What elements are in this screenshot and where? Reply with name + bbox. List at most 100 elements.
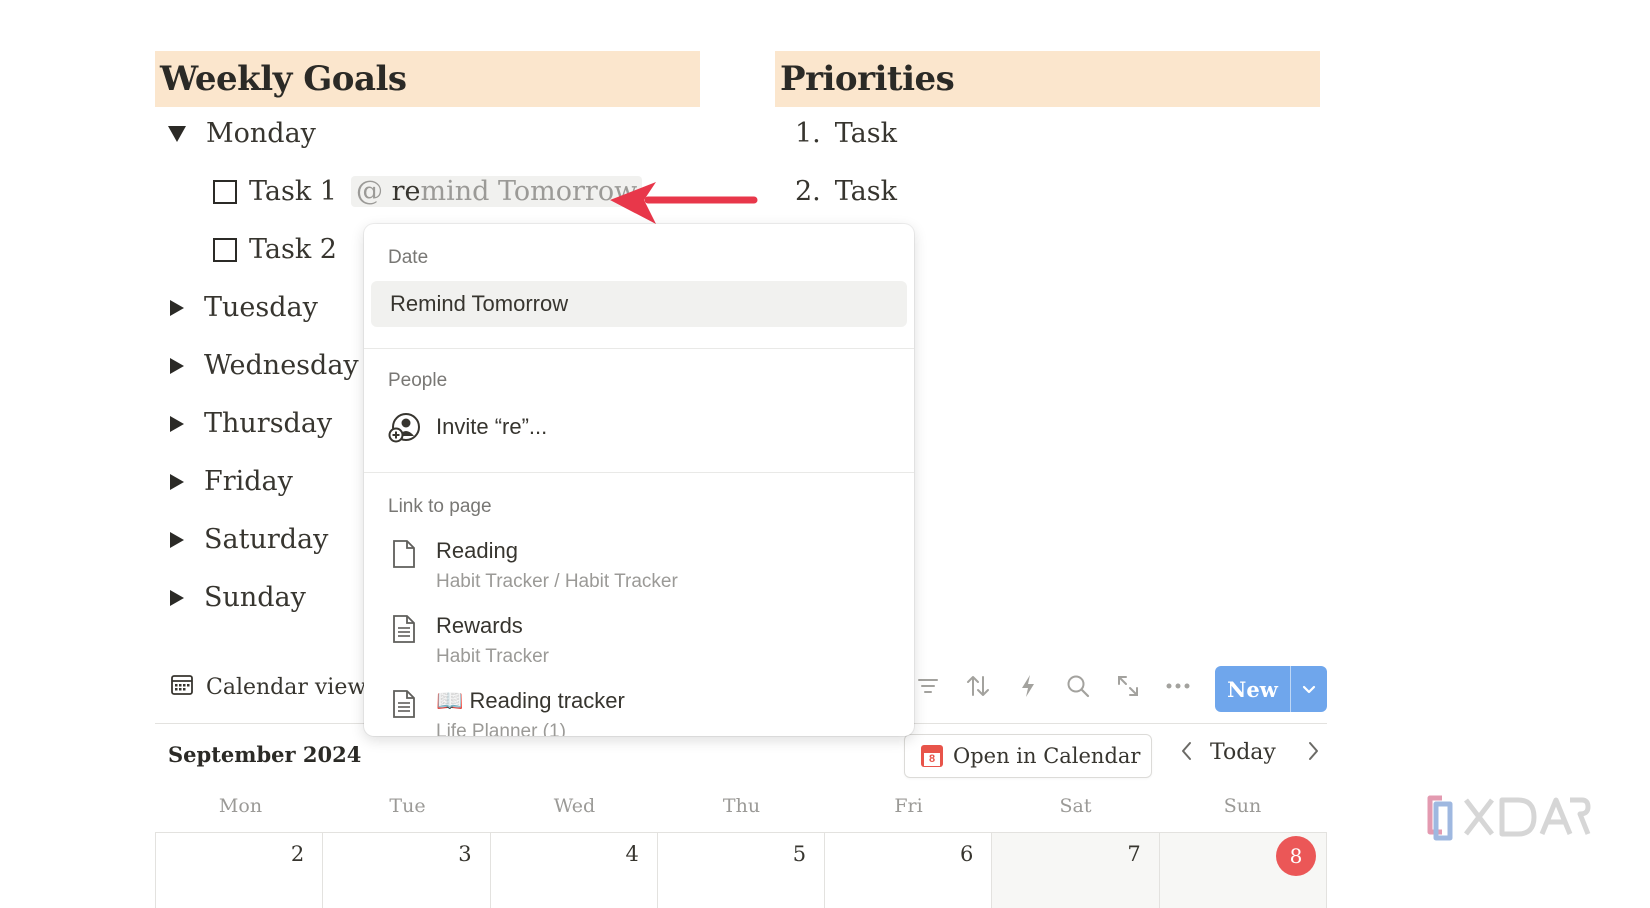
weekday-header: Sat bbox=[1059, 795, 1092, 817]
calendar-day-cell[interactable]: 3 bbox=[323, 833, 491, 908]
page-path: Life Planner (1) bbox=[436, 721, 566, 736]
priority-item-2[interactable]: 2. Task bbox=[795, 176, 897, 207]
next-month-button[interactable] bbox=[1306, 739, 1320, 763]
new-button-label: New bbox=[1227, 676, 1278, 702]
toggle-monday[interactable]: Monday bbox=[166, 118, 316, 149]
checkbox[interactable] bbox=[213, 237, 237, 262]
calendar-view-label: Calendar view bbox=[206, 674, 367, 700]
open-in-calendar-label: Open in Calendar bbox=[953, 744, 1141, 768]
toggle-label: Tuesday bbox=[204, 292, 318, 323]
calendar-app-icon-day: 8 bbox=[924, 753, 940, 766]
page-text-icon bbox=[388, 688, 420, 720]
page-icon bbox=[388, 538, 420, 570]
page-option-rewards[interactable]: Rewards Habit Tracker bbox=[388, 613, 549, 668]
checkbox[interactable] bbox=[213, 179, 237, 204]
people-section-label: People bbox=[388, 370, 448, 391]
toggle-wednesday[interactable]: Wednesday bbox=[166, 350, 359, 381]
priority-label: Task bbox=[834, 176, 897, 207]
toggle-friday[interactable]: Friday bbox=[166, 466, 293, 497]
chevron-left-icon bbox=[1182, 742, 1191, 760]
toggle-expanded-icon[interactable] bbox=[168, 125, 186, 142]
toggle-collapsed-icon[interactable] bbox=[170, 357, 184, 374]
day-number: 2 bbox=[290, 842, 305, 866]
priorities-header: Priorities bbox=[775, 51, 1320, 107]
calendar-icon bbox=[170, 672, 194, 702]
calendar-day-cell-today[interactable]: 8 bbox=[1159, 833, 1327, 908]
calendar-day-cell[interactable]: 5 bbox=[658, 833, 826, 908]
todo-label: Task 1 bbox=[249, 176, 337, 207]
page-path: Habit Tracker bbox=[436, 646, 549, 667]
priority-label: Task bbox=[834, 118, 897, 149]
todo-item-task-1[interactable]: Task 1 @ remind Tomorrow bbox=[213, 176, 643, 207]
new-button[interactable]: New bbox=[1215, 666, 1327, 712]
prev-month-button[interactable] bbox=[1180, 739, 1194, 763]
calendar-view-tab[interactable]: Calendar view bbox=[170, 672, 366, 702]
today-button[interactable]: Today bbox=[1210, 740, 1276, 765]
option-label: Remind Tomorrow bbox=[390, 291, 569, 316]
toggle-collapsed-icon[interactable] bbox=[170, 531, 184, 548]
day-number: 7 bbox=[1127, 842, 1141, 866]
calendar-day-cell[interactable]: 6 bbox=[825, 833, 993, 908]
toggle-collapsed-icon[interactable] bbox=[170, 415, 184, 432]
invite-option[interactable]: Invite “re”... bbox=[388, 411, 547, 443]
list-number: 2. bbox=[795, 176, 821, 207]
toggle-collapsed-icon[interactable] bbox=[170, 473, 184, 490]
page-text-icon bbox=[388, 613, 420, 645]
weekday-header: Tue bbox=[389, 795, 426, 817]
mention-suggestion: mind Tomorrow bbox=[420, 176, 638, 207]
page-title: Reading bbox=[436, 538, 518, 563]
sort-icon[interactable] bbox=[965, 673, 991, 699]
weekday-header: Sun bbox=[1223, 795, 1262, 817]
toggle-collapsed-icon[interactable] bbox=[170, 299, 184, 316]
page-option-reading[interactable]: Reading Habit Tracker / Habit Tracker bbox=[388, 538, 678, 593]
toggle-tuesday[interactable]: Tuesday bbox=[166, 292, 318, 323]
toggle-collapsed-icon[interactable] bbox=[170, 589, 184, 606]
calendar-app-icon: 8 bbox=[921, 745, 943, 767]
database-toolbar bbox=[915, 673, 1191, 699]
today-date-badge: 8 bbox=[1275, 836, 1316, 876]
chevron-down-icon[interactable] bbox=[1291, 685, 1327, 694]
date-section-label: Date bbox=[388, 247, 429, 268]
mention-at-symbol: @ bbox=[356, 176, 383, 207]
red-arrow-annotation bbox=[610, 182, 758, 224]
calendar-day-cell[interactable]: 4 bbox=[491, 833, 658, 908]
page-title: Reading tracker bbox=[469, 688, 625, 713]
expand-icon[interactable] bbox=[1115, 673, 1141, 699]
day-number: 5 bbox=[792, 842, 807, 866]
weekly-goals-title[interactable]: Weekly Goals bbox=[160, 59, 407, 99]
book-icon: 📖 bbox=[436, 688, 464, 713]
search-icon[interactable] bbox=[1065, 673, 1091, 699]
priorities-title[interactable]: Priorities bbox=[780, 59, 955, 99]
toggle-label: Thursday bbox=[204, 408, 333, 439]
mention-input[interactable]: @ remind Tomorrow bbox=[351, 176, 643, 207]
calendar-day-cell[interactable]: 7 bbox=[992, 833, 1160, 908]
automation-lightning-icon[interactable] bbox=[1015, 673, 1041, 699]
calendar-week-row: 2 3 4 5 6 7 8 bbox=[155, 832, 1327, 908]
chevron-right-icon bbox=[1309, 742, 1318, 760]
invite-person-icon bbox=[388, 411, 420, 443]
calendar-day-cell[interactable]: 2 bbox=[155, 833, 324, 908]
toggle-saturday[interactable]: Saturday bbox=[166, 524, 328, 555]
divider bbox=[364, 348, 914, 349]
toggle-sunday[interactable]: Sunday bbox=[166, 582, 306, 613]
more-options-icon[interactable] bbox=[1165, 673, 1191, 699]
toggle-label: Monday bbox=[206, 118, 316, 149]
month-title: September 2024 bbox=[168, 742, 362, 767]
open-in-calendar-button[interactable]: 8 Open in Calendar bbox=[904, 734, 1152, 778]
toggle-label: Sunday bbox=[204, 582, 306, 613]
filter-icon[interactable] bbox=[915, 673, 941, 699]
page-path: Habit Tracker / Habit Tracker bbox=[436, 571, 678, 592]
mention-typed-text: re bbox=[391, 176, 421, 207]
todo-item-task-2[interactable]: Task 2 bbox=[213, 234, 337, 265]
invite-label: Invite “re”... bbox=[436, 414, 548, 439]
page-title: Rewards bbox=[436, 613, 523, 638]
toggle-label: Wednesday bbox=[204, 350, 359, 381]
xda-logo-watermark bbox=[1427, 795, 1591, 841]
remind-tomorrow-option[interactable]: Remind Tomorrow bbox=[371, 281, 907, 327]
priority-item-1[interactable]: 1. Task bbox=[795, 118, 897, 149]
link-to-page-section-label: Link to page bbox=[388, 496, 492, 517]
page-option-reading-tracker[interactable]: 📖 Reading tracker Life Planner (1) bbox=[388, 688, 625, 736]
toggle-thursday[interactable]: Thursday bbox=[166, 408, 332, 439]
weekday-header: Fri bbox=[894, 795, 923, 817]
divider bbox=[364, 472, 914, 473]
